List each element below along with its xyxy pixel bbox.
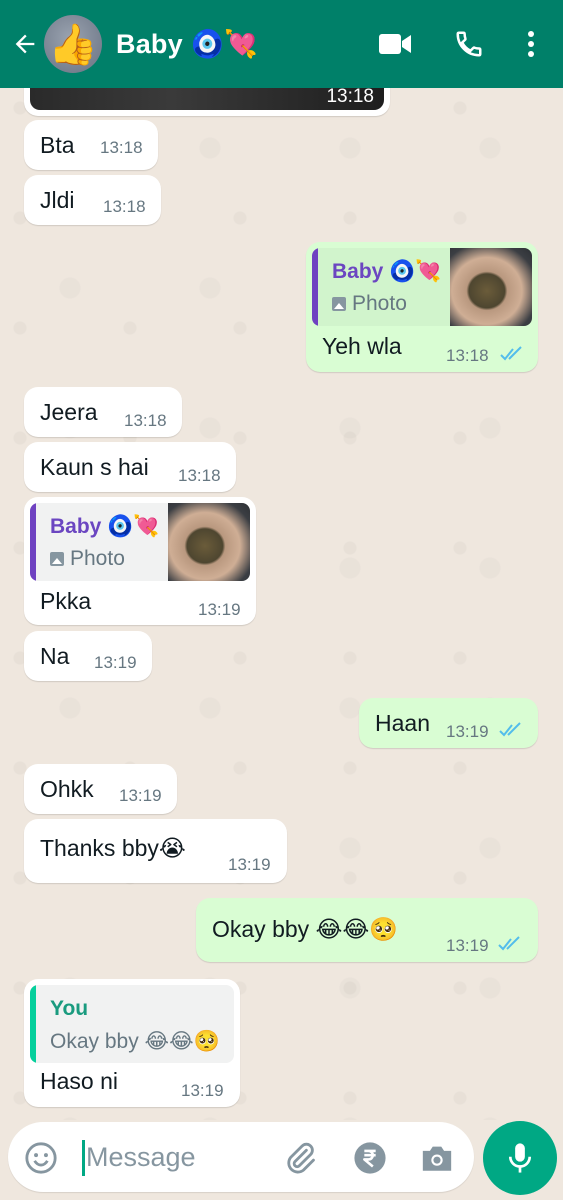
message-text: Haso ni [40, 1068, 118, 1094]
message-bubble[interactable]: Okay bby 😂😂🥺 13:19 [196, 898, 538, 962]
message-bubble[interactable]: Baby 🧿💘 Photo Pkka 13:19 [24, 497, 256, 625]
message-bubble[interactable]: You Okay bby 😂😂🥺 Haso ni 13:19 [24, 979, 240, 1107]
message-input[interactable] [86, 1134, 276, 1180]
camera-icon [422, 1146, 452, 1171]
quoted-message[interactable]: Baby 🧿💘 Photo [30, 503, 250, 581]
message-text: Okay bby 😂😂🥺 [212, 916, 398, 942]
quoted-author: Baby 🧿💘 [50, 515, 160, 538]
payment-button[interactable] [350, 1138, 390, 1178]
message-time: 13:18 [178, 466, 221, 485]
camera-button[interactable] [416, 1138, 458, 1178]
message-text: Jldi [40, 187, 75, 213]
photo-icon [332, 297, 346, 311]
quote-accent-bar [30, 503, 36, 581]
message-time: 13:18 [100, 138, 143, 157]
quote-accent-bar [30, 985, 36, 1063]
message-time: 13:18 [326, 88, 374, 107]
message-bubble[interactable]: Kaun s hai 13:18 [24, 442, 236, 492]
emoji-button[interactable] [22, 1139, 60, 1177]
chat-area[interactable]: 13:18 Bta 13:18 Jldi 13:18 Baby 🧿💘 Photo… [0, 88, 563, 1120]
phone-call-icon [456, 31, 482, 57]
message-bubble[interactable]: Jeera 13:18 [24, 387, 182, 437]
message-time: 13:18 [124, 411, 167, 430]
message-time: 13:19 [446, 722, 489, 741]
message-bubble[interactable]: Ohkk 13:19 [24, 764, 177, 814]
quoted-message[interactable]: You Okay bby 😂😂🥺 [30, 985, 234, 1063]
quoted-text: Okay bby 😂😂🥺 [50, 1030, 220, 1053]
message-text: Thanks bby😭 [40, 835, 186, 861]
voice-call-button[interactable] [445, 20, 493, 68]
message-bubble[interactable]: Baby 🧿💘 Photo Yeh wla 13:18 [306, 242, 538, 372]
attach-icon [287, 1142, 315, 1174]
avatar-emoji: 👍 [48, 22, 98, 67]
voice-record-button[interactable] [483, 1121, 557, 1195]
read-ticks-icon [498, 936, 520, 951]
avatar[interactable]: 👍 [44, 15, 102, 73]
message-bubble[interactable]: 13:18 [24, 88, 390, 116]
message-time: 13:18 [103, 197, 146, 216]
back-button[interactable] [8, 24, 42, 64]
message-text: Kaun s hai [40, 454, 149, 480]
more-options-button[interactable] [517, 20, 545, 68]
message-time: 13:19 [94, 653, 137, 672]
quoted-author: Baby 🧿💘 [332, 260, 442, 283]
contact-name[interactable]: Baby 🧿💘 [116, 28, 258, 60]
message-text: Haan [375, 710, 430, 736]
message-time: 13:19 [181, 1081, 224, 1100]
message-text: Yeh wla [322, 333, 402, 359]
message-text: Pkka [40, 588, 92, 614]
message-text: Ohkk [40, 776, 94, 802]
quoted-photo-thumbnail [168, 503, 250, 581]
message-bubble[interactable]: Thanks bby😭 13:19 [24, 819, 287, 883]
quoted-text-label: Photo [70, 547, 125, 570]
message-bubble[interactable]: Jldi 13:18 [24, 175, 161, 225]
video-call-button[interactable] [371, 20, 419, 68]
attach-button[interactable] [280, 1138, 320, 1178]
message-text: Bta [40, 132, 75, 158]
message-bubble[interactable]: Haan 13:19 [359, 698, 538, 748]
chat-header: 👍 Baby 🧿💘 [0, 0, 563, 88]
message-time: 13:18 [446, 346, 489, 365]
message-text: Jeera [40, 399, 98, 425]
quoted-author: You [50, 997, 89, 1020]
message-time: 13:19 [228, 855, 271, 874]
quoted-text-label: Photo [352, 292, 407, 315]
mic-icon [508, 1143, 532, 1173]
more-options-icon [528, 31, 534, 57]
quoted-text: Photo [332, 292, 407, 316]
message-input-container[interactable] [8, 1122, 474, 1192]
video-call-icon [379, 34, 411, 54]
emoji-icon [25, 1142, 57, 1174]
back-arrow-icon [15, 34, 35, 54]
quote-accent-bar [312, 248, 318, 326]
message-bubble[interactable]: Na 13:19 [24, 631, 152, 681]
quoted-text: Photo [50, 547, 125, 571]
quoted-message[interactable]: Baby 🧿💘 Photo [312, 248, 532, 326]
message-time: 13:19 [446, 936, 489, 955]
message-time: 13:19 [119, 786, 162, 805]
read-ticks-icon [500, 346, 522, 361]
photo-icon [50, 552, 64, 566]
quoted-photo-thumbnail [450, 248, 532, 326]
rupee-payment-icon [354, 1142, 386, 1174]
message-time: 13:19 [198, 600, 241, 619]
text-caret [82, 1140, 85, 1176]
message-text: Na [40, 643, 70, 669]
read-ticks-icon [499, 722, 521, 737]
composer-bar [0, 1120, 563, 1200]
message-bubble[interactable]: Bta 13:18 [24, 120, 158, 170]
